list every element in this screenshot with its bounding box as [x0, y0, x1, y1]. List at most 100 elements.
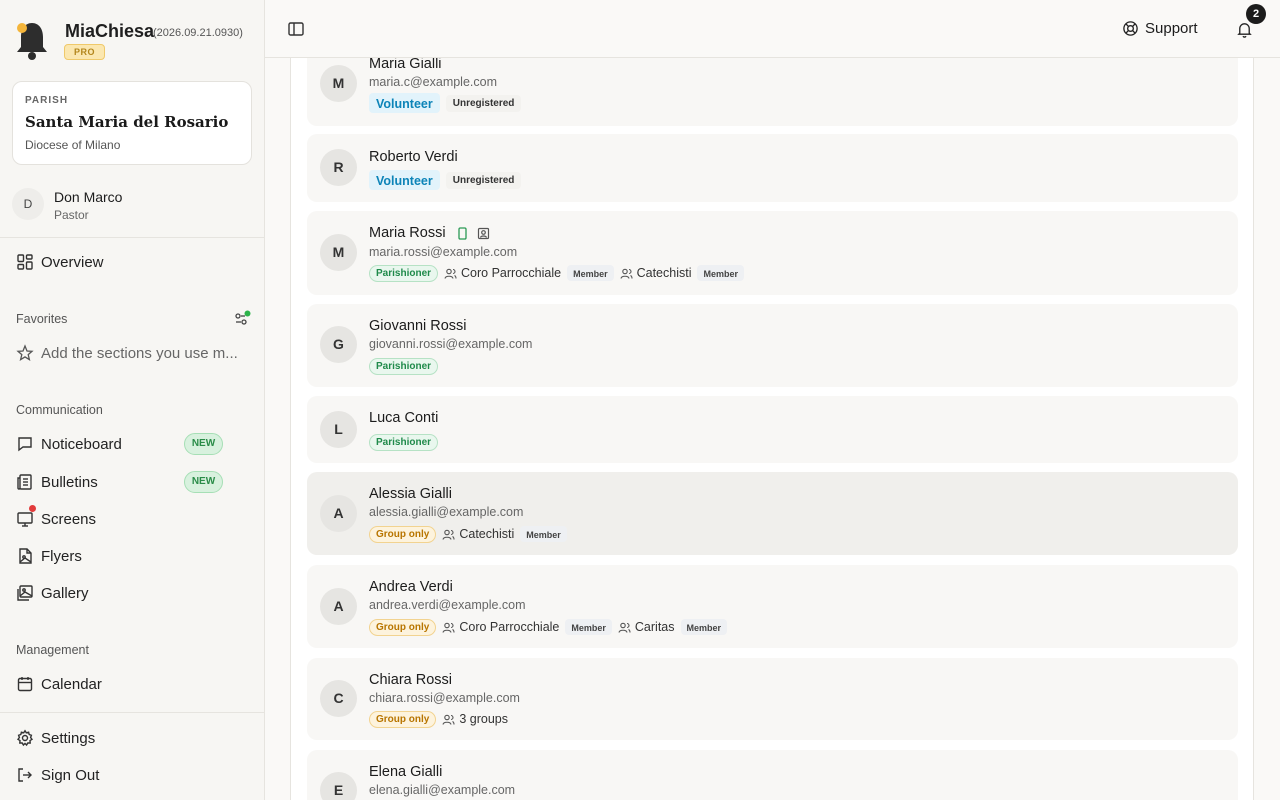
people-list: M Maria Gialli maria.c@example.com Volun…	[290, 0, 1254, 800]
user-profile[interactable]: D Don Marco Pastor	[12, 186, 252, 226]
person-name: Elena Gialli	[369, 764, 443, 780]
role-badge: Group only	[369, 525, 437, 543]
message-square-icon	[18, 437, 32, 452]
communication-title: Communication	[16, 403, 103, 417]
group-name: Catechisti	[459, 527, 515, 541]
tag-row: Volunteer Unregistered	[369, 170, 522, 190]
nav-screens[interactable]: Screens	[16, 505, 248, 533]
person-email: elena.gialli@example.com	[369, 783, 516, 797]
nav-calendar[interactable]: Calendar	[16, 670, 248, 698]
calendar-icon	[17, 677, 33, 692]
person-name-row: Maria Rossi	[369, 225, 490, 241]
parish-card[interactable]: PARISH Santa Maria del Rosario Diocese o…	[12, 81, 252, 165]
role-badge: Parishioner	[369, 357, 439, 375]
management-title: Management	[16, 643, 89, 657]
sidebar-toggle-icon[interactable]	[287, 20, 305, 38]
list-item[interactable]: G Giovanni Rossi giovanni.rossi@example.…	[307, 304, 1238, 387]
users-icon	[620, 268, 633, 279]
monitor-icon	[17, 512, 33, 527]
member-badge: Member	[565, 619, 612, 635]
groups-summary: 3 groups	[459, 712, 508, 726]
member-badge: Member	[680, 619, 728, 635]
person-name: Giovanni Rossi	[369, 318, 467, 334]
list-item[interactable]: E Elena Gialli elena.gialli@example.com	[307, 750, 1238, 800]
list-item[interactable]: A Alessia Gialli alessia.gialli@example.…	[307, 472, 1238, 555]
nav-bulletins-label: Bulletins	[41, 474, 98, 491]
group-chip: Coro Parrocchiale	[442, 620, 559, 634]
avatar: D	[12, 188, 44, 220]
app-name: MiaChiesa	[65, 21, 155, 41]
favorites-settings-icon[interactable]	[233, 310, 251, 328]
support-button[interactable]: Support	[1122, 18, 1206, 40]
person-email: maria.rossi@example.com	[369, 245, 518, 259]
divider	[0, 712, 264, 713]
list-item[interactable]: C Chiara Rossi chiara.rossi@example.com …	[307, 658, 1238, 740]
parish-diocese: Diocese of Milano	[25, 138, 121, 152]
group-chip: Catechisti	[442, 527, 514, 541]
user-role: Pastor	[54, 208, 89, 222]
role-badge: Parishioner	[369, 264, 439, 282]
nav-gallery-label: Gallery	[41, 585, 89, 602]
list-item[interactable]: L Luca Conti Parishioner	[307, 396, 1238, 463]
avatar: M	[320, 234, 357, 271]
person-name: Luca Conti	[369, 410, 439, 426]
tag-row: Parishioner	[369, 357, 439, 375]
person-name: Andrea Verdi	[369, 579, 453, 595]
avatar: E	[320, 772, 357, 800]
nav-noticeboard[interactable]: Noticeboard NEW	[16, 430, 248, 458]
nav-gallery[interactable]: Gallery	[16, 579, 248, 607]
group-name: Caritas	[634, 620, 675, 634]
tag-row: Group only Catechisti Member	[369, 525, 567, 543]
images-icon	[17, 585, 33, 601]
nav-noticeboard-label: Noticeboard	[41, 436, 122, 453]
list-item[interactable]: M Maria Rossi maria.rossi@example.com Pa…	[307, 211, 1238, 295]
role-badge: Group only	[369, 710, 437, 728]
status-badge: Unregistered	[445, 94, 522, 112]
new-badge: NEW	[184, 471, 223, 493]
member-badge: Member	[520, 526, 567, 542]
notification-count-badge: 2	[1246, 4, 1266, 24]
favorites-title: Favorites	[16, 312, 68, 326]
nav-flyers[interactable]: Flyers	[16, 542, 248, 570]
group-name: Coro Parrocchiale	[461, 266, 562, 280]
list-item[interactable]: A Andrea Verdi andrea.verdi@example.com …	[307, 565, 1238, 648]
person-name: Roberto Verdi	[369, 149, 458, 165]
nav-calendar-label: Calendar	[41, 676, 102, 693]
parish-label: PARISH	[25, 95, 69, 106]
contact-card-icon	[477, 227, 489, 239]
nav-flyers-label: Flyers	[41, 548, 82, 565]
nav-overview-label: Overview	[41, 254, 104, 271]
person-email: andrea.verdi@example.com	[369, 598, 526, 612]
role-badge: Parishioner	[369, 433, 439, 451]
tag-row: Group only Coro Parrocchiale Member Cari…	[369, 618, 728, 636]
nav-settings-label: Settings	[41, 730, 96, 747]
list-item[interactable]: R Roberto Verdi Volunteer Unregistered	[307, 134, 1238, 202]
favorites-placeholder[interactable]: Add the sections you use m...	[16, 339, 248, 367]
member-badge: Member	[697, 265, 744, 281]
person-email: maria.c@example.com	[369, 75, 498, 89]
group-chip: Catechisti	[620, 266, 691, 280]
status-badge: Unregistered	[445, 171, 522, 189]
nav-sign-out[interactable]: Sign Out	[16, 761, 248, 789]
person-name: Maria Rossi	[369, 225, 446, 241]
newspaper-icon	[17, 474, 32, 490]
tag-row: Group only 3 groups	[369, 710, 508, 728]
users-icon	[442, 622, 455, 633]
tag-row: Parishioner Coro Parrocchiale Member Cat…	[369, 264, 744, 282]
sidebar: MiaChiesa (2026.09.21.0930) PRO PARISH S…	[0, 0, 265, 800]
list-item[interactable]: M Maria Gialli maria.c@example.com Volun…	[307, 46, 1238, 126]
nav-bulletins[interactable]: Bulletins NEW	[16, 468, 248, 496]
nav-settings[interactable]: Settings	[16, 724, 248, 752]
avatar: C	[320, 680, 357, 717]
person-name: Maria Gialli	[369, 56, 442, 72]
new-badge: NEW	[184, 433, 223, 455]
phone-icon	[457, 227, 467, 240]
group-name: Coro Parrocchiale	[459, 620, 560, 634]
life-buoy-icon	[1123, 21, 1138, 36]
divider	[0, 237, 264, 238]
role-badge: Volunteer	[369, 170, 440, 190]
nav-overview[interactable]: Overview	[16, 248, 248, 276]
brand[interactable]: MiaChiesa (2026.09.21.0930) PRO	[14, 18, 254, 66]
role-badge: Group only	[369, 618, 437, 636]
avatar: A	[320, 495, 357, 532]
